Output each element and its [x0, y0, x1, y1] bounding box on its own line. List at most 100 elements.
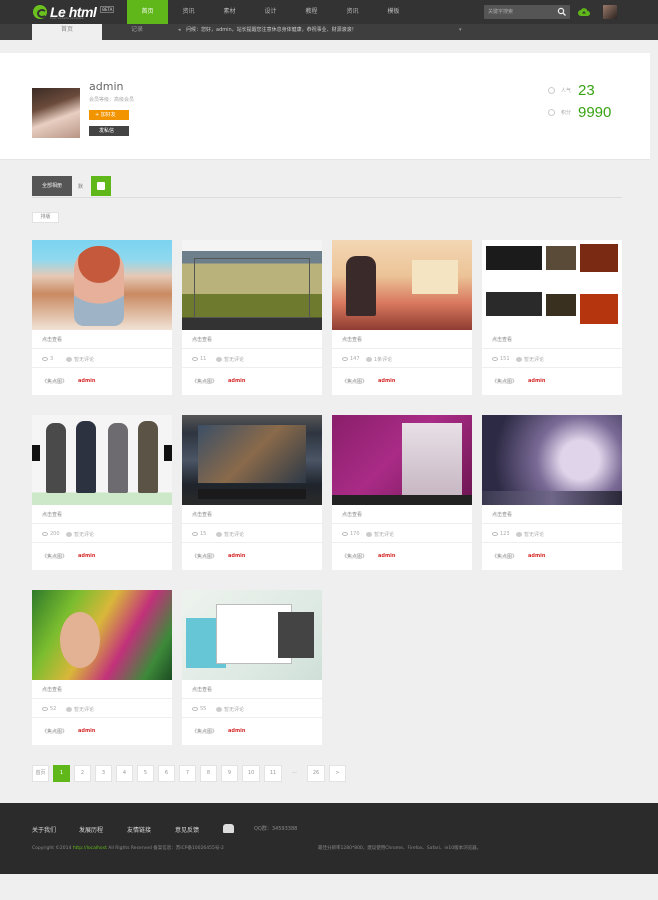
member-level: 会员等级：高级会员: [89, 97, 135, 103]
page-9[interactable]: 9: [221, 765, 238, 782]
card-category[interactable]: 《焦点图》: [342, 553, 367, 560]
add-album-button[interactable]: [91, 176, 111, 196]
card-title[interactable]: 点击查看: [192, 336, 212, 343]
send-message-button[interactable]: 发私信: [89, 126, 129, 136]
card-author[interactable]: admin: [378, 553, 395, 559]
comment-count: 暂无评论: [516, 356, 544, 363]
album-card[interactable]: 点击查看 200 暂无评论 《焦点图》 admin: [32, 415, 172, 570]
album-card[interactable]: 点击查看 147 1条评论 《焦点图》 admin: [332, 240, 472, 395]
nav-item-template[interactable]: 模板: [373, 0, 414, 24]
page-1[interactable]: 1: [53, 765, 70, 782]
search-icon[interactable]: [557, 7, 567, 17]
card-author[interactable]: admin: [228, 553, 245, 559]
album-thumbnail[interactable]: [482, 415, 622, 505]
page-10[interactable]: 10: [242, 765, 260, 782]
card-author[interactable]: admin: [78, 378, 95, 384]
footer-link-history[interactable]: 发展历程: [79, 825, 103, 834]
comment-count: 暂无评论: [216, 356, 244, 363]
album-card[interactable]: 点击查看 123 暂无评论 《焦点图》 admin: [482, 415, 622, 570]
card-title[interactable]: 点击查看: [42, 336, 62, 343]
nav-item-design[interactable]: 设计: [250, 0, 291, 24]
card-title[interactable]: 点击查看: [42, 511, 62, 518]
card-author[interactable]: admin: [378, 378, 395, 384]
page-11[interactable]: 11: [264, 765, 282, 782]
cloud-upload-icon[interactable]: [578, 7, 590, 17]
tab-home[interactable]: 首页: [32, 24, 102, 40]
comment-icon: [66, 532, 72, 537]
card-title[interactable]: 点击查看: [342, 511, 362, 518]
page-6[interactable]: 6: [158, 765, 175, 782]
view-count-value: 170: [350, 531, 360, 537]
card-category[interactable]: 《焦点图》: [42, 553, 67, 560]
nav-item-news[interactable]: 资讯: [168, 0, 209, 24]
main-nav: 首页 资讯 素材 设计 教程 资讯 模板: [127, 0, 414, 24]
album-card[interactable]: 点击查看 170 暂无评论 《焦点图》 admin: [332, 415, 472, 570]
page-3[interactable]: 3: [95, 765, 112, 782]
page-next[interactable]: >: [329, 765, 346, 782]
album-card[interactable]: 点击查看 55 暂无评论 《焦点图》 admin: [182, 590, 322, 745]
card-author[interactable]: admin: [528, 378, 545, 384]
album-thumbnail[interactable]: [182, 590, 322, 680]
card-category[interactable]: 《焦点图》: [192, 728, 217, 735]
card-category[interactable]: 《焦点图》: [42, 728, 67, 735]
album-thumbnail[interactable]: [182, 415, 322, 505]
add-friend-button[interactable]: + 加好友: [89, 110, 129, 120]
copyright-link[interactable]: http://localhost: [73, 846, 107, 851]
comment-icon: [516, 532, 522, 537]
page-8[interactable]: 8: [200, 765, 217, 782]
card-title[interactable]: 点击查看: [192, 511, 212, 518]
card-title[interactable]: 点击查看: [492, 336, 512, 343]
card-category[interactable]: 《焦点图》: [492, 378, 517, 385]
album-thumbnail[interactable]: [32, 240, 172, 330]
page-4[interactable]: 4: [116, 765, 133, 782]
nav-item-material[interactable]: 素材: [209, 0, 250, 24]
page-first[interactable]: 首页: [32, 765, 49, 782]
card-author[interactable]: admin: [78, 553, 95, 559]
page-5[interactable]: 5: [137, 765, 154, 782]
album-card[interactable]: 点击查看 3 暂无评论 《焦点图》 admin: [32, 240, 172, 395]
chevron-down-icon[interactable]: ▾: [459, 27, 462, 33]
card-category[interactable]: 《焦点图》: [192, 378, 217, 385]
card-author[interactable]: admin: [528, 553, 545, 559]
card-author[interactable]: admin: [228, 378, 245, 384]
heart-icon: [548, 86, 555, 94]
album-thumbnail[interactable]: [32, 590, 172, 680]
beta-badge: BETA: [100, 6, 115, 13]
all-albums-button[interactable]: 全部相册: [32, 176, 72, 196]
nav-item-info[interactable]: 资讯: [332, 0, 373, 24]
card-title[interactable]: 点击查看: [192, 686, 212, 693]
album-card[interactable]: 点击查看 15 暂无评论 《焦点图》 admin: [182, 415, 322, 570]
album-thumbnail[interactable]: [332, 240, 472, 330]
nav-item-home[interactable]: 首页: [127, 0, 168, 24]
tab-record[interactable]: 记录: [102, 24, 172, 40]
page-7[interactable]: 7: [179, 765, 196, 782]
page-last[interactable]: 26: [307, 765, 325, 782]
nav-item-tutorial[interactable]: 教程: [291, 0, 332, 24]
search-input[interactable]: [488, 7, 554, 17]
comment-count: 暂无评论: [366, 531, 394, 538]
album-thumbnail[interactable]: [32, 415, 172, 505]
card-category[interactable]: 《焦点图》: [492, 553, 517, 560]
footer-link-feedback[interactable]: 意见反馈: [175, 825, 199, 834]
card-author[interactable]: admin: [78, 728, 95, 734]
page-2[interactable]: 2: [74, 765, 91, 782]
card-title[interactable]: 点击查看: [342, 336, 362, 343]
card-category[interactable]: 《焦点图》: [192, 553, 217, 560]
qq-icon[interactable]: [223, 824, 234, 833]
album-thumbnail[interactable]: [332, 415, 472, 505]
album-card[interactable]: 点击查看 151 暂无评论 《焦点图》 admin: [482, 240, 622, 395]
card-title[interactable]: 点击查看: [42, 686, 62, 693]
card-title[interactable]: 点击查看: [492, 511, 512, 518]
footer-link-about[interactable]: 关于我们: [32, 825, 56, 834]
layout-tag-button[interactable]: 排版: [32, 212, 59, 223]
footer-link-friends[interactable]: 友情链接: [127, 825, 151, 834]
score-stat: 积分 9990: [548, 102, 611, 122]
user-avatar[interactable]: [603, 5, 617, 19]
card-category[interactable]: 《焦点图》: [342, 378, 367, 385]
album-card[interactable]: 点击查看 11 暂无评论 《焦点图》 admin: [182, 240, 322, 395]
card-category[interactable]: 《焦点图》: [42, 378, 67, 385]
album-card[interactable]: 点击查看 52 暂无评论 《焦点图》 admin: [32, 590, 172, 745]
card-author[interactable]: admin: [228, 728, 245, 734]
album-thumbnail[interactable]: [182, 240, 322, 330]
album-thumbnail[interactable]: [482, 240, 622, 330]
